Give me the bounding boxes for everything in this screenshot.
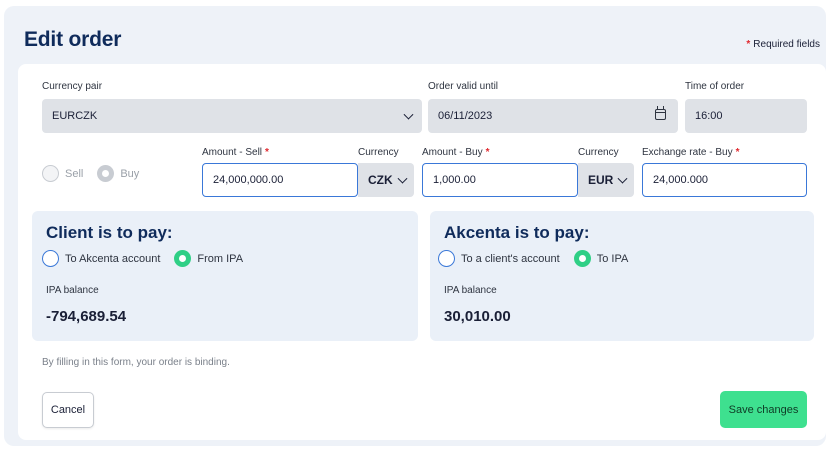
amount-buy-label: Amount - Buy * xyxy=(422,147,490,158)
amount-sell-label: Amount - Sell * xyxy=(202,147,269,158)
currency-sell-select[interactable]: CZK xyxy=(358,163,414,197)
to-akcenta-account-radio[interactable] xyxy=(42,250,59,267)
amount-buy-input[interactable]: 1,000.00 xyxy=(422,163,578,197)
akcenta-pay-box: Akcenta is to pay: To a client's account… xyxy=(430,211,814,341)
chevron-down-icon xyxy=(397,173,408,184)
to-ipa-radio[interactable] xyxy=(573,250,591,267)
akcenta-ipa-balance-label: IPA balance xyxy=(444,285,497,296)
order-valid-until-label: Order valid until xyxy=(428,81,499,92)
currency-sell-value: CZK xyxy=(368,173,393,187)
client-ipa-balance-value: -794,689.54 xyxy=(46,308,127,325)
to-client-account-radio[interactable] xyxy=(438,250,455,267)
exchange-rate-value: 24,000.000 xyxy=(653,174,709,186)
exchange-rate-label-text: Exchange rate - Buy xyxy=(642,147,733,158)
currency-pair-select[interactable]: EURCZK xyxy=(42,99,422,133)
currency-pair-label: Currency pair xyxy=(42,81,103,92)
amount-buy-value: 1,000.00 xyxy=(433,174,476,186)
amount-sell-value: 24,000,000.00 xyxy=(213,174,284,186)
from-ipa-label: From IPA xyxy=(197,252,244,265)
to-ipa-label: To IPA xyxy=(596,252,629,265)
to-client-account-label: To a client's account xyxy=(461,252,560,265)
order-valid-until-value: 06/11/2023 xyxy=(438,110,493,122)
from-ipa-radio[interactable] xyxy=(174,250,192,267)
required-marker: * xyxy=(485,147,490,158)
direction-radio-group: Sell Buy xyxy=(42,165,153,182)
exchange-rate-label: Exchange rate - Buy * xyxy=(642,147,740,158)
currency-buy-select[interactable]: EUR xyxy=(578,163,634,197)
page-title: Edit order xyxy=(24,28,122,51)
buy-radio[interactable] xyxy=(97,165,115,182)
currency-sell-label: Currency xyxy=(358,147,399,158)
binding-note: By filling in this form, your order is b… xyxy=(42,357,230,368)
client-pay-box: Client is to pay: To Akcenta account Fro… xyxy=(32,211,418,341)
time-of-order-field: 16:00 xyxy=(685,99,807,133)
currency-buy-label: Currency xyxy=(578,147,619,158)
akcenta-ipa-balance-value: 30,010.00 xyxy=(444,308,511,325)
required-marker: * xyxy=(265,147,269,158)
client-ipa-balance-label: IPA balance xyxy=(46,285,99,296)
akcenta-pay-radio-group: To a client's account To IPA xyxy=(438,250,642,267)
sell-radio[interactable] xyxy=(42,165,59,182)
order-valid-until-field[interactable]: 06/11/2023 xyxy=(428,99,678,133)
time-of-order-value: 16:00 xyxy=(695,110,723,122)
buy-radio-label: Buy xyxy=(120,167,140,180)
client-pay-title: Client is to pay: xyxy=(46,223,173,242)
amount-buy-label-text: Amount - Buy xyxy=(422,147,483,158)
to-akcenta-account-label: To Akcenta account xyxy=(65,252,161,265)
amount-sell-label-text: Amount - Sell xyxy=(202,147,263,158)
save-changes-button[interactable]: Save changes xyxy=(720,391,807,428)
edit-order-panel: Edit order * Required fields Currency pai… xyxy=(4,6,826,446)
calendar-icon[interactable] xyxy=(655,106,666,120)
chevron-down-icon xyxy=(403,109,414,120)
required-marker: * xyxy=(735,147,740,158)
sell-radio-label: Sell xyxy=(65,167,84,180)
currency-buy-value: EUR xyxy=(588,173,614,187)
chevron-down-icon xyxy=(617,173,628,184)
cancel-button[interactable]: Cancel xyxy=(42,392,94,428)
client-pay-radio-group: To Akcenta account From IPA xyxy=(42,250,257,267)
akcenta-pay-title: Akcenta is to pay: xyxy=(444,223,590,242)
time-of-order-label: Time of order xyxy=(685,81,745,92)
required-marker: * xyxy=(746,39,751,50)
required-fields-note: * Required fields xyxy=(746,39,820,50)
required-fields-text: Required fields xyxy=(753,39,820,50)
order-form-card: Currency pair EURCZK Order valid until 0… xyxy=(18,64,826,440)
exchange-rate-input[interactable]: 24,000.000 xyxy=(642,163,807,197)
amount-sell-input[interactable]: 24,000,000.00 xyxy=(202,163,358,197)
currency-pair-value: EURCZK xyxy=(52,110,98,122)
